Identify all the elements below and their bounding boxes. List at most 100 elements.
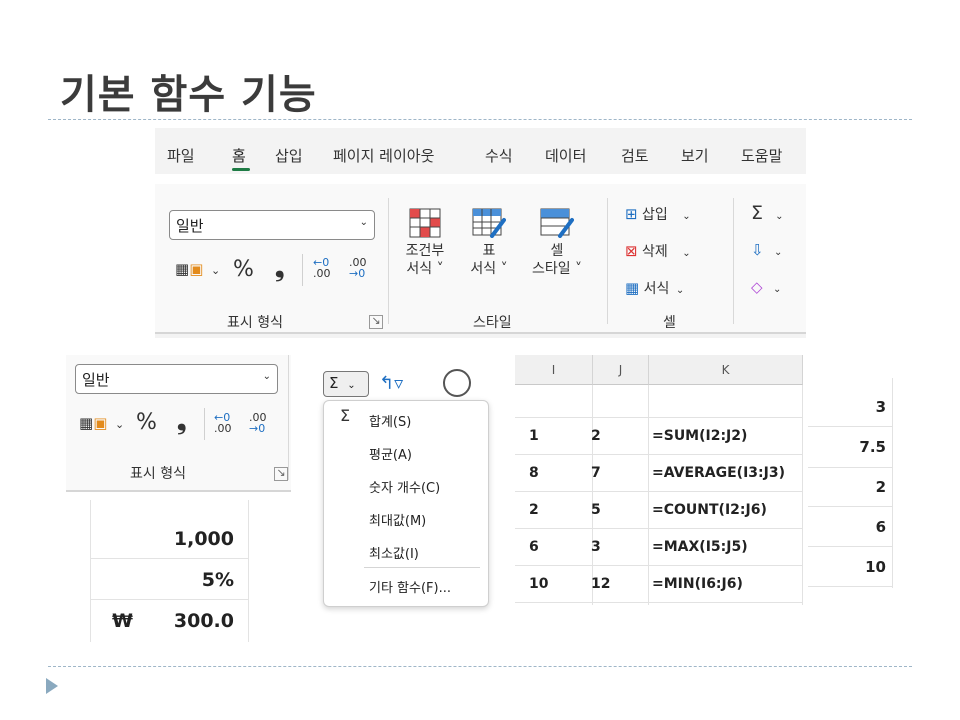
autosum-dropdown: Σ ⌄ ↰▿ Σ 합계(S) 평균(A) 숫자 개수(C) 최대값(M) 최소값… — [313, 363, 491, 611]
group-separator — [288, 355, 289, 480]
conditional-formatting-line2: 서식 ˅ — [406, 261, 444, 277]
result-min[interactable]: 10 — [865, 558, 886, 576]
grid-line — [515, 528, 803, 529]
comma-style-button[interactable]: ❟ — [177, 407, 186, 435]
find-select-icon[interactable] — [443, 369, 471, 397]
cell-k2[interactable]: =SUM(I2:J2) — [652, 428, 747, 444]
cell-i2[interactable]: 1 — [529, 428, 539, 444]
column-header-i[interactable]: I — [515, 355, 593, 385]
cell-j4[interactable]: 5 — [591, 502, 601, 518]
comma-style-button[interactable]: ❟ — [275, 254, 284, 282]
cell-i3[interactable]: 8 — [529, 465, 539, 481]
cell-styles-button[interactable]: 셀 스타일 ˅ — [523, 208, 591, 278]
tab-page-layout[interactable]: 페이지 레이아웃 — [333, 145, 434, 166]
menu-item-more-functions[interactable]: 기타 함수(F)... — [369, 577, 451, 596]
grid-line — [515, 565, 803, 566]
fill-button[interactable]: ⇩ ⌄ — [751, 241, 782, 259]
dialog-launcher-icon[interactable]: ↘ — [369, 315, 383, 329]
cell-j5[interactable]: 3 — [591, 539, 601, 555]
tab-review[interactable]: 검토 — [621, 145, 649, 166]
grid-line — [648, 385, 649, 605]
value-row[interactable]: 1,000 — [90, 518, 248, 559]
accounting-format-icon[interactable]: ▦▣ — [175, 260, 203, 278]
number-format-value: 일반 — [176, 217, 204, 235]
cell-k4[interactable]: =COUNT(I2:J6) — [652, 502, 767, 518]
tab-data[interactable]: 데이터 — [545, 145, 586, 166]
decrease-decimal-button[interactable]: .00 →0 — [249, 412, 267, 434]
chevron-down-icon: ⌄ — [682, 211, 691, 222]
cell-k5[interactable]: =MAX(I5:J5) — [652, 539, 748, 555]
divider — [204, 408, 205, 440]
excel-ribbon: 파일 홈 삽입 페이지 레이아웃 수식 데이터 검토 보기 도움말 일반 ⌄ ▦… — [155, 128, 806, 338]
conditional-formatting-line1: 조건부 — [405, 243, 445, 259]
percent-style-button[interactable]: % — [136, 410, 157, 435]
cell-j3[interactable]: 7 — [591, 465, 601, 481]
insert-cells-button[interactable]: ⊞ 삽입 ⌄ — [625, 204, 691, 224]
cell-i5[interactable]: 6 — [529, 539, 539, 555]
increase-decimal-button[interactable]: ←0 .00 — [214, 412, 232, 434]
cell-j2[interactable]: 2 — [591, 428, 601, 444]
value-row[interactable]: 5% — [90, 559, 248, 600]
autosum-button[interactable]: Σ ⌄ — [323, 371, 369, 397]
tab-formulas[interactable]: 수식 — [485, 145, 513, 166]
decrease-decimal-button[interactable]: .00 →0 — [349, 257, 367, 279]
column-header-k[interactable]: K — [649, 355, 803, 385]
cell-i6[interactable]: 10 — [529, 576, 548, 592]
result-count[interactable]: 2 — [876, 478, 886, 496]
eraser-icon: ◇ — [751, 278, 763, 296]
menu-separator — [364, 567, 480, 568]
autosum-button[interactable]: Σ ⌄ — [751, 202, 783, 224]
chevron-down-icon: ⌄ — [675, 285, 685, 296]
grid-line — [515, 417, 803, 418]
number-format-value: 일반 — [82, 371, 110, 389]
cell-j6[interactable]: 12 — [591, 576, 610, 592]
value-row[interactable]: ₩ 300.0 — [90, 600, 248, 640]
cell-k6[interactable]: =MIN(I6:J6) — [652, 576, 743, 592]
clear-button[interactable]: ◇ ⌄ — [751, 278, 781, 296]
grid-line — [248, 500, 249, 642]
result-max[interactable]: 6 — [876, 518, 886, 536]
menu-item-min[interactable]: 최소값(I) — [369, 543, 419, 562]
tab-file[interactable]: 파일 — [167, 145, 195, 166]
tab-help[interactable]: 도움말 — [741, 145, 782, 166]
title-divider — [48, 119, 912, 120]
format-cells-label: 서식 — [643, 281, 670, 297]
grid-line — [515, 491, 803, 492]
increase-decimal-bottom: .00 — [313, 267, 331, 280]
format-cells-button[interactable]: ▦ 서식 ⌄ — [625, 278, 684, 298]
grid-line — [892, 378, 893, 588]
tab-insert[interactable]: 삽입 — [275, 145, 303, 166]
conditional-formatting-button[interactable]: 조건부 서식 ˅ — [399, 208, 451, 278]
percent-style-button[interactable]: % — [233, 257, 254, 282]
number-format-combo[interactable]: 일반 ⌄ — [169, 210, 375, 240]
result-average[interactable]: 7.5 — [859, 438, 886, 456]
slide-title: 기본 함수 기능 — [60, 72, 317, 118]
tab-view[interactable]: 보기 — [681, 145, 709, 166]
accounting-format-icon[interactable]: ▦▣ — [79, 414, 107, 432]
sort-filter-icon[interactable]: ↰▿ — [379, 373, 403, 394]
cell-k3[interactable]: =AVERAGE(I3:J3) — [652, 465, 785, 481]
menu-item-average[interactable]: 평균(A) — [369, 444, 412, 463]
result-sum[interactable]: 3 — [876, 398, 886, 416]
autosum-menu: Σ 합계(S) 평균(A) 숫자 개수(C) 최대값(M) 최소값(I) 기타 … — [323, 400, 489, 607]
formula-results: 3 7.5 2 6 10 — [808, 378, 898, 588]
tab-home[interactable]: 홈 — [232, 145, 246, 166]
grid-line — [515, 602, 803, 603]
cell-i4[interactable]: 2 — [529, 502, 539, 518]
sigma-icon: Σ — [329, 374, 339, 392]
number-format-combo[interactable]: 일반 ⌄ — [75, 364, 278, 394]
menu-item-sum[interactable]: 합계(S) — [369, 411, 411, 430]
increase-decimal-button[interactable]: ←0 .00 — [313, 257, 331, 279]
delete-cells-button[interactable]: ⊠ 삭제 ⌄ — [625, 241, 691, 261]
menu-item-count[interactable]: 숫자 개수(C) — [369, 477, 440, 496]
ribbon-panel: 일반 ⌄ ▦▣ ⌄ % ❟ ←0 .00 .00 →0 표시 형식 ↘ 조건부 … — [155, 184, 806, 334]
chevron-down-icon[interactable]: ⌄ — [115, 418, 124, 431]
column-header-j[interactable]: J — [593, 355, 649, 385]
spreadsheet-grid: I J K 1 2 =SUM(I2:J2) 8 7 =AVERAGE(I3:J3… — [515, 355, 803, 605]
menu-item-max[interactable]: 최대값(M) — [369, 510, 426, 529]
chevron-down-icon: ⌄ — [682, 248, 691, 259]
dialog-launcher-icon[interactable]: ↘ — [274, 467, 288, 481]
currency-symbol: ₩ — [112, 610, 133, 632]
chevron-down-icon[interactable]: ⌄ — [211, 264, 220, 277]
format-as-table-button[interactable]: 표 서식 ˅ — [463, 208, 515, 278]
